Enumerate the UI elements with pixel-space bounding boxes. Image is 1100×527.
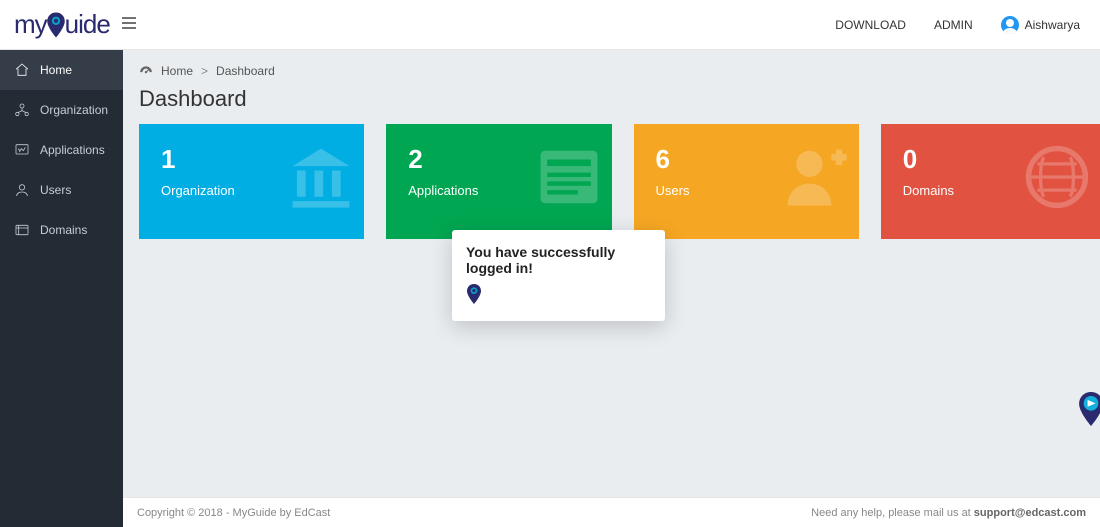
user-name: Aishwarya <box>1025 18 1080 32</box>
stat-cards: 1 Organization 2 Applications 6 Users 0 … <box>123 124 1100 239</box>
dashboard-icon <box>139 65 153 77</box>
sidebar-item-organization[interactable]: Organization <box>0 90 123 130</box>
card-applications[interactable]: 2 Applications <box>386 124 611 239</box>
top-header: m y uide DOWNLOAD ADMIN Aishwarya <box>0 0 1100 50</box>
sidebar-item-home[interactable]: Home <box>0 50 123 90</box>
admin-link[interactable]: ADMIN <box>934 18 973 32</box>
sidebar-item-label: Organization <box>40 103 108 117</box>
user-menu[interactable]: Aishwarya <box>1001 16 1080 34</box>
footer-help-text: Need any help, please mail us at <box>811 507 974 519</box>
globe-icon <box>1022 142 1092 217</box>
download-link[interactable]: DOWNLOAD <box>835 18 906 32</box>
sidebar-item-label: Applications <box>40 143 105 157</box>
sidebar-item-label: Domains <box>40 223 87 237</box>
login-success-toast: You have successfully logged in! <box>452 230 665 321</box>
applications-icon <box>14 142 30 158</box>
organization-icon <box>14 102 30 118</box>
sidebar: Home Organization Applications Users Dom… <box>0 50 123 527</box>
sidebar-item-label: Home <box>40 63 72 77</box>
sidebar-item-applications[interactable]: Applications <box>0 130 123 170</box>
page-title: Dashboard <box>123 86 1100 124</box>
help-widget-icon[interactable] <box>1076 392 1100 426</box>
list-icon <box>534 142 604 217</box>
sidebar-item-label: Users <box>40 183 71 197</box>
brand-logo[interactable]: m y uide <box>0 9 110 40</box>
breadcrumb-separator: > <box>201 64 208 78</box>
footer: Copyright © 2018 - MyGuide by EdCast Nee… <box>123 497 1100 527</box>
breadcrumb-home[interactable]: Home <box>161 64 193 78</box>
sidebar-item-users[interactable]: Users <box>0 170 123 210</box>
users-icon <box>14 182 30 198</box>
card-users[interactable]: 6 Users <box>634 124 859 239</box>
home-icon <box>14 62 30 78</box>
footer-copyright: Copyright © 2018 - MyGuide by EdCast <box>137 507 330 519</box>
bank-icon <box>286 142 356 217</box>
toast-message: You have successfully logged in! <box>466 244 651 276</box>
pin-icon <box>466 284 651 309</box>
avatar-icon <box>1001 16 1019 34</box>
brand-pin-icon <box>46 12 66 38</box>
user-plus-icon <box>781 142 851 217</box>
support-email-link[interactable]: support@edcast.com <box>974 507 1086 519</box>
sidebar-item-domains[interactable]: Domains <box>0 210 123 250</box>
breadcrumb: Home > Dashboard <box>123 50 1100 86</box>
header-right: DOWNLOAD ADMIN Aishwarya <box>835 16 1100 34</box>
breadcrumb-current: Dashboard <box>216 64 275 78</box>
card-organization[interactable]: 1 Organization <box>139 124 364 239</box>
domains-icon <box>14 222 30 238</box>
menu-toggle-icon[interactable] <box>122 16 136 34</box>
brand-text-1: m <box>14 9 35 40</box>
footer-help: Need any help, please mail us at support… <box>811 507 1086 519</box>
card-domains[interactable]: 0 Domains <box>881 124 1100 239</box>
brand-text-3: uide <box>65 9 110 40</box>
